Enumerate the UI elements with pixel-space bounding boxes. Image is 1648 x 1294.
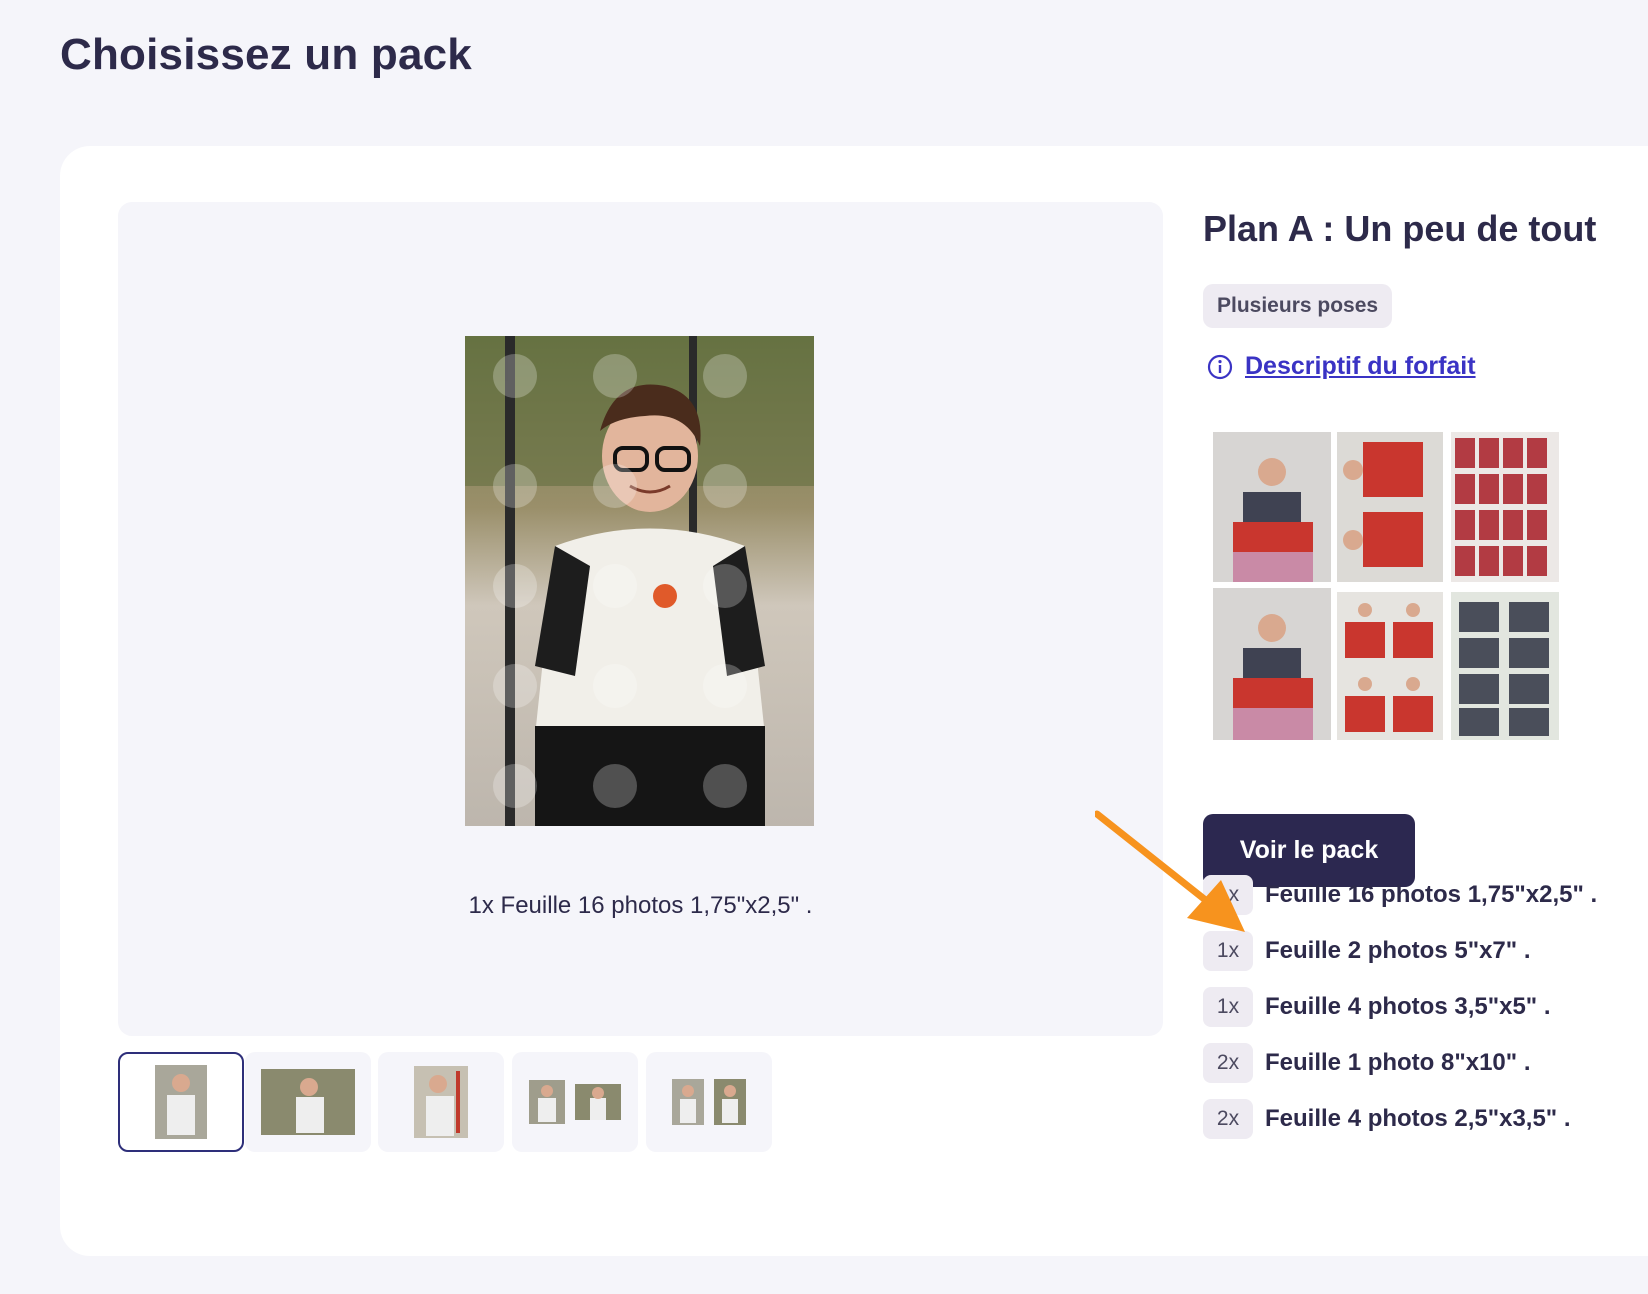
thumbnail-1[interactable] [118, 1052, 244, 1152]
item-label: Feuille 2 photos 5"x7" . [1265, 937, 1531, 964]
item-quantity: 2x [1203, 1043, 1253, 1083]
thumbnail-image [414, 1066, 468, 1138]
thumbnail-image [672, 1079, 704, 1125]
preview-photo [465, 336, 814, 826]
poses-badge: Plusieurs poses [1203, 284, 1393, 328]
item-label: Feuille 1 photo 8"x10" . [1265, 1049, 1531, 1076]
thumbnail-4[interactable] [512, 1052, 638, 1152]
pack-collage-image [1213, 432, 1559, 740]
annotation-arrow-icon [1095, 810, 1245, 932]
pack-card: 1x Feuille 16 photos 1,75"x2,5" . Plan A… [60, 146, 1648, 1256]
thumbnail-image [529, 1080, 565, 1124]
thumbnail-image [261, 1069, 355, 1135]
description-link-label: Descriptif du forfait [1245, 352, 1476, 380]
info-circle-icon [1207, 354, 1233, 379]
thumbnail-3[interactable] [378, 1052, 504, 1152]
thumbnail-image [575, 1084, 621, 1120]
thumbnail-image [714, 1079, 746, 1125]
item-label: Feuille 4 photos 3,5"x5" . [1265, 993, 1551, 1020]
item-quantity: 2x [1203, 1099, 1253, 1139]
item-label: Feuille 16 photos 1,75"x2,5" . [1265, 881, 1598, 908]
pack-item: 2x Feuille 4 photos 2,5"x3,5" . [1203, 1099, 1571, 1139]
description-link[interactable]: Descriptif du forfait [1207, 352, 1476, 381]
page-title: Choisissez un pack [60, 30, 472, 79]
thumbnail-image [155, 1065, 207, 1139]
pack-preview: 1x Feuille 16 photos 1,75"x2,5" . [118, 202, 1163, 1036]
plan-title: Plan A : Un peu de tout [1203, 208, 1597, 249]
preview-caption: 1x Feuille 16 photos 1,75"x2,5" . [468, 892, 813, 919]
pack-item: 1x Feuille 16 photos 1,75"x2,5" . [1203, 875, 1597, 915]
item-label: Feuille 4 photos 2,5"x3,5" . [1265, 1105, 1571, 1132]
thumbnail-2[interactable] [245, 1052, 371, 1152]
thumbnail-5[interactable] [646, 1052, 772, 1152]
pack-item: 2x Feuille 1 photo 8"x10" . [1203, 1043, 1531, 1083]
pack-item: 1x Feuille 4 photos 3,5"x5" . [1203, 987, 1551, 1027]
item-quantity: 1x [1203, 987, 1253, 1027]
